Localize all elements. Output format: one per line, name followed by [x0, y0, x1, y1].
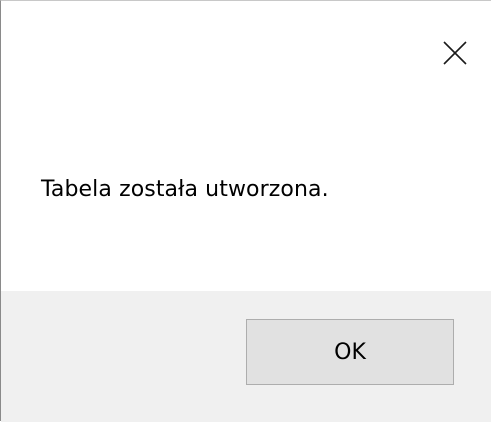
dialog-footer: OK: [1, 291, 491, 422]
ok-button[interactable]: OK: [246, 319, 454, 385]
dialog-content: Tabela została utworzona.: [1, 1, 491, 291]
close-icon: [442, 40, 468, 70]
close-button[interactable]: [429, 29, 481, 81]
message-dialog: Tabela została utworzona. OK: [0, 0, 491, 422]
dialog-message: Tabela została utworzona.: [41, 177, 329, 202]
